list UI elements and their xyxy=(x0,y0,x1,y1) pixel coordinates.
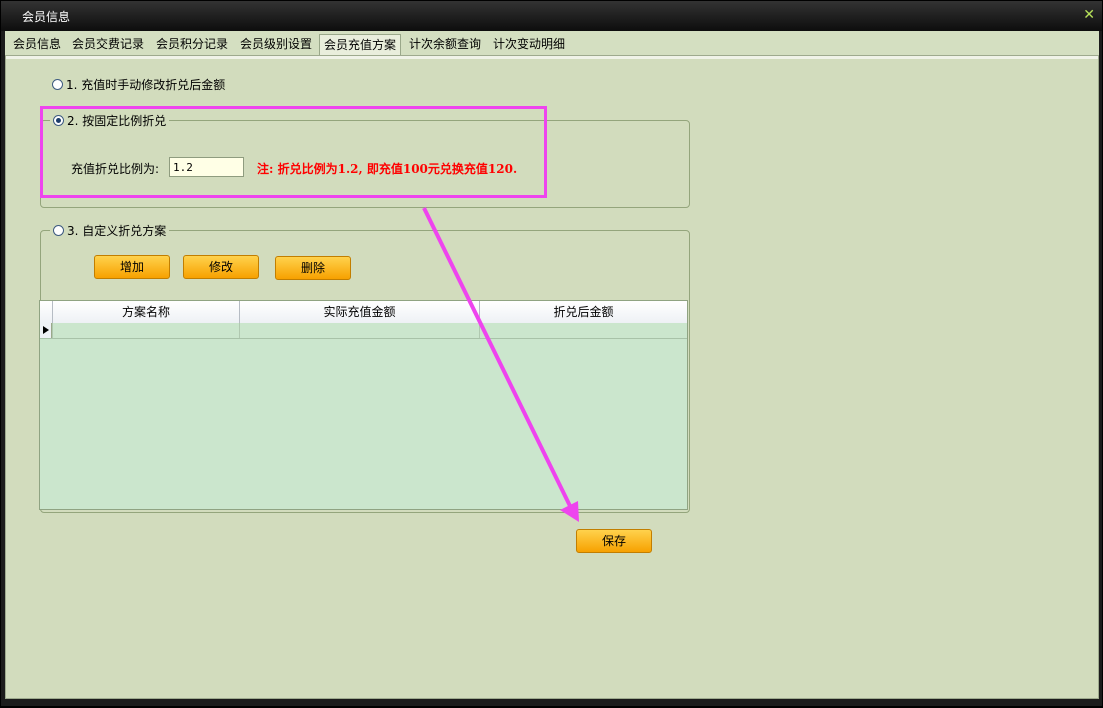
tab-payment-records[interactable]: 会员交费记录 xyxy=(68,35,148,54)
option-manual-modify[interactable]: 1. 充值时手动修改折兑后金额 xyxy=(52,76,225,93)
fixed-ratio-group: 2. 按固定比例折兑 充值折兑比例为: 注: 折兑比例为1.2, 即充值100元… xyxy=(40,112,690,208)
tab-count-balance[interactable]: 计次余额查询 xyxy=(405,35,485,54)
ratio-note: 注: 折兑比例为1.2, 即充值100元兑换充值120. xyxy=(257,162,518,176)
ratio-label: 充值折兑比例为: xyxy=(71,162,160,176)
tab-member-info[interactable]: 会员信息 xyxy=(9,35,65,54)
panel-top-line xyxy=(6,56,1098,59)
title-bar: 会员信息 ✕ xyxy=(1,1,1102,31)
radio-unchecked-icon[interactable] xyxy=(52,79,63,90)
tab-count-changes[interactable]: 计次变动明细 xyxy=(489,35,569,54)
option-custom-scheme[interactable]: 3. 自定义折兑方案 xyxy=(53,222,166,239)
table-header: 方案名称 实际充值金额 折兑后金额 xyxy=(40,301,687,324)
edit-scheme-button[interactable]: 修改 xyxy=(183,255,259,279)
tab-bar: 会员信息 会员交费记录 会员积分记录 会员级别设置 会员充值方案 计次余额查询 … xyxy=(5,31,1099,55)
table-row[interactable] xyxy=(40,323,687,339)
radio-unchecked-icon[interactable] xyxy=(53,225,64,236)
custom-scheme-legend: 3. 自定义折兑方案 xyxy=(50,222,170,239)
row-selector-arrow-icon[interactable] xyxy=(40,323,52,338)
option-fixed-ratio[interactable]: 2. 按固定比例折兑 xyxy=(53,112,166,129)
tab-points-records[interactable]: 会员积分记录 xyxy=(152,35,232,54)
tab-level-settings[interactable]: 会员级别设置 xyxy=(236,35,316,54)
fixed-ratio-legend: 2. 按固定比例折兑 xyxy=(50,112,170,129)
option-custom-scheme-label: 3. 自定义折兑方案 xyxy=(67,224,167,238)
radio-checked-icon[interactable] xyxy=(53,115,64,126)
window-title: 会员信息 xyxy=(22,10,71,24)
close-icon[interactable]: ✕ xyxy=(1083,7,1095,23)
delete-scheme-button[interactable]: 删除 xyxy=(275,256,351,280)
tab-recharge-scheme[interactable]: 会员充值方案 xyxy=(319,34,402,55)
option-manual-modify-label: 1. 充值时手动修改折兑后金额 xyxy=(66,78,226,92)
option-fixed-ratio-label: 2. 按固定比例折兑 xyxy=(67,114,167,128)
recharge-scheme-panel: 1. 充值时手动修改折兑后金额 2. 按固定比例折兑 充值折兑比例为: 注: 折… xyxy=(5,55,1099,699)
column-header-actual-amount[interactable]: 实际充值金额 xyxy=(239,301,479,323)
scheme-table[interactable]: 方案名称 实际充值金额 折兑后金额 xyxy=(39,300,688,510)
table-cell[interactable] xyxy=(52,323,239,338)
column-header-converted-amount[interactable]: 折兑后金额 xyxy=(479,301,687,323)
column-header-scheme-name[interactable]: 方案名称 xyxy=(52,301,239,323)
ratio-input[interactable] xyxy=(169,157,244,177)
table-cell[interactable] xyxy=(479,323,687,338)
add-scheme-button[interactable]: 增加 xyxy=(94,255,170,279)
table-cell[interactable] xyxy=(239,323,479,338)
member-info-window: 会员信息 ✕ 会员信息 会员交费记录 会员积分记录 会员级别设置 会员充值方案 … xyxy=(0,0,1103,707)
save-button[interactable]: 保存 xyxy=(576,529,652,553)
